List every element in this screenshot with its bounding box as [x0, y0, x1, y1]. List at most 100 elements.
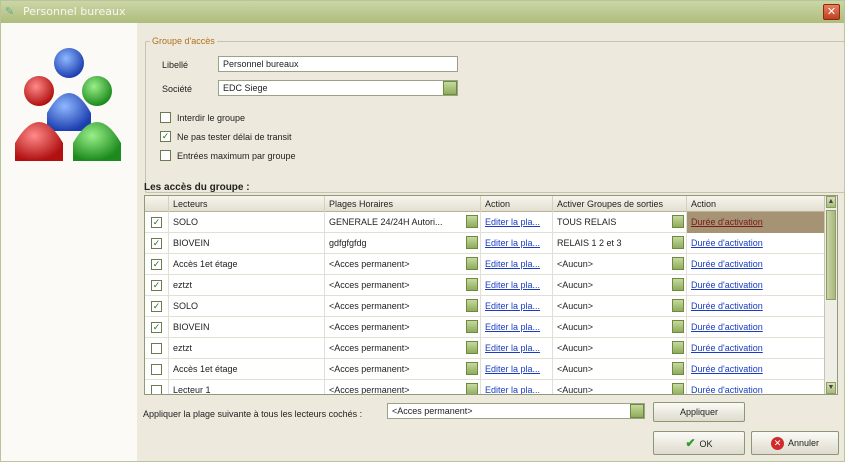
cell-dropdown-button[interactable] — [672, 299, 684, 312]
apply-select-value: <Acces permanent> — [392, 406, 473, 416]
cell-action[interactable]: Editer la pla... — [481, 317, 553, 338]
cell-lecteur: eztzt — [169, 275, 325, 296]
interdire-checkbox[interactable] — [160, 112, 171, 123]
cell-action2[interactable]: Durée d'activation — [687, 254, 825, 275]
cell-dropdown-button[interactable] — [466, 341, 478, 354]
scroll-thumb[interactable] — [826, 210, 836, 300]
cell-dropdown-button[interactable] — [466, 236, 478, 249]
apply-button[interactable]: Appliquer — [653, 402, 745, 422]
groupbox-title: Groupe d'accès — [150, 36, 217, 46]
grid-title: Les accès du groupe : — [144, 182, 250, 193]
cancel-button[interactable]: ✕ Annuler — [751, 431, 839, 455]
cell-dropdown-button[interactable] — [672, 383, 684, 394]
cell-dropdown-button[interactable] — [672, 257, 684, 270]
societe-select[interactable]: EDC Siege — [218, 80, 458, 96]
cancel-icon: ✕ — [770, 437, 784, 451]
cell-action[interactable]: Editer la pla... — [481, 254, 553, 275]
libelle-field[interactable]: Personnel bureaux — [218, 56, 458, 72]
cell-plage: <Acces permanent> — [325, 338, 481, 359]
ok-label: OK — [699, 439, 713, 449]
header-lecteurs[interactable]: Lecteurs — [169, 196, 325, 212]
cell-dropdown-button[interactable] — [672, 341, 684, 354]
row-checkbox[interactable]: ✓ — [151, 259, 162, 270]
cell-action2[interactable]: Durée d'activation — [687, 338, 825, 359]
apply-select[interactable]: <Acces permanent> — [387, 403, 645, 419]
cell-dropdown-button[interactable] — [672, 320, 684, 333]
row-checkbox[interactable] — [151, 385, 162, 394]
cell-dropdown-button[interactable] — [466, 215, 478, 228]
ok-button[interactable]: ✔ OK — [653, 431, 745, 455]
cell-action2[interactable]: Durée d'activation — [687, 212, 825, 233]
scroll-up-icon[interactable]: ▲ — [826, 196, 836, 208]
row-check-cell: ✓ — [145, 233, 169, 254]
cell-groupe: <Aucun> — [553, 275, 687, 296]
max-entries-checkbox[interactable] — [160, 150, 171, 161]
cell-plage: <Acces permanent> — [325, 380, 481, 394]
table-row[interactable]: ✓ eztzt <Acces permanent> Editer la pla... <… — [145, 275, 825, 296]
table-row[interactable]: ✓ Accès 1et étage <Acces permanent> Editer … — [145, 254, 825, 275]
transit-label: Ne pas tester délai de transit — [177, 132, 292, 142]
cell-dropdown-button[interactable] — [466, 383, 478, 394]
header-check-col — [145, 196, 169, 212]
cell-action[interactable]: Editer la pla... — [481, 338, 553, 359]
cell-dropdown-button[interactable] — [466, 299, 478, 312]
cell-action[interactable]: Editer la pla... — [481, 233, 553, 254]
transit-checkbox[interactable]: ✓ — [160, 131, 171, 142]
cell-action[interactable]: Editer la pla... — [481, 296, 553, 317]
cell-plage: <Acces permanent> — [325, 254, 481, 275]
close-button[interactable]: ✕ — [823, 4, 840, 20]
row-checkbox[interactable]: ✓ — [151, 217, 162, 228]
row-checkbox[interactable]: ✓ — [151, 280, 162, 291]
cell-action[interactable]: Editer la pla... — [481, 275, 553, 296]
table-row[interactable]: Accès 1et étage <Acces permanent> Editer l… — [145, 359, 825, 380]
cell-action2[interactable]: Durée d'activation — [687, 275, 825, 296]
table-row[interactable]: ✓ SOLO GENERALE 24/24H Autori... Editer la … — [145, 212, 825, 233]
cell-dropdown-button[interactable] — [466, 257, 478, 270]
cell-action2[interactable]: Durée d'activation — [687, 317, 825, 338]
cell-dropdown-button[interactable] — [672, 362, 684, 375]
header-plages[interactable]: Plages Horaires — [325, 196, 481, 212]
cell-dropdown-button[interactable] — [672, 278, 684, 291]
header-groupes[interactable]: Activer Groupes de sorties — [553, 196, 687, 212]
societe-dropdown-button[interactable] — [443, 81, 457, 95]
cell-action[interactable]: Editer la pla... — [481, 212, 553, 233]
table-row[interactable]: ✓ SOLO <Acces permanent> Editer la pla... <A… — [145, 296, 825, 317]
cell-plage: gdfgfgfdg — [325, 233, 481, 254]
cell-action2[interactable]: Durée d'activation — [687, 233, 825, 254]
cell-dropdown-button[interactable] — [672, 236, 684, 249]
cell-groupe: <Aucun> — [553, 338, 687, 359]
cell-groupe: <Aucun> — [553, 296, 687, 317]
cell-dropdown-button[interactable] — [466, 362, 478, 375]
cell-lecteur: BIOVEIN — [169, 317, 325, 338]
cell-action2[interactable]: Durée d'activation — [687, 296, 825, 317]
row-checkbox[interactable]: ✓ — [151, 301, 162, 312]
cell-action[interactable]: Editer la pla... — [481, 380, 553, 394]
cell-lecteur: eztzt — [169, 338, 325, 359]
row-checkbox[interactable] — [151, 343, 162, 354]
header-action[interactable]: Action — [481, 196, 553, 212]
cell-groupe: <Aucun> — [553, 254, 687, 275]
title-bar[interactable]: ✎ Personnel bureaux ✕ — [1, 1, 844, 23]
societe-value: EDC Siege — [223, 83, 268, 93]
grid-scrollbar[interactable]: ▲ ▼ — [824, 196, 837, 394]
cell-dropdown-button[interactable] — [466, 278, 478, 291]
cell-dropdown-button[interactable] — [672, 215, 684, 228]
cell-action2[interactable]: Durée d'activation — [687, 380, 825, 394]
cell-action[interactable]: Editer la pla... — [481, 359, 553, 380]
row-checkbox[interactable] — [151, 364, 162, 375]
cell-plage: <Acces permanent> — [325, 275, 481, 296]
cell-dropdown-button[interactable] — [466, 320, 478, 333]
scroll-down-icon[interactable]: ▼ — [826, 382, 836, 394]
row-checkbox[interactable]: ✓ — [151, 322, 162, 333]
cell-action2[interactable]: Durée d'activation — [687, 359, 825, 380]
apply-label: Appliquer la plage suivante à tous les l… — [143, 409, 363, 419]
table-row[interactable]: Lecteur 1 <Acces permanent> Editer la pla.… — [145, 380, 825, 394]
table-row[interactable]: ✓ BIOVEIN gdfgfgfdg Editer la pla... RELAIS … — [145, 233, 825, 254]
cell-lecteur: SOLO — [169, 212, 325, 233]
row-checkbox[interactable]: ✓ — [151, 238, 162, 249]
table-row[interactable]: eztzt <Acces permanent> Editer la pla... <A… — [145, 338, 825, 359]
cell-plage: <Acces permanent> — [325, 359, 481, 380]
table-row[interactable]: ✓ BIOVEIN <Acces permanent> Editer la pla..… — [145, 317, 825, 338]
header-action2[interactable]: Action — [687, 196, 825, 212]
apply-dropdown-button[interactable] — [630, 404, 644, 418]
